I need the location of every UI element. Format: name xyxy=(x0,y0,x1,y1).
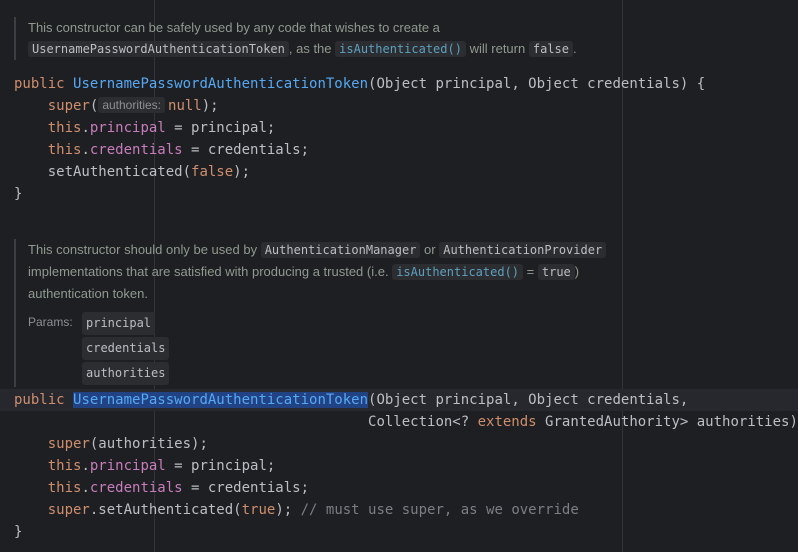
code-line[interactable]: super(authorities); xyxy=(14,433,208,455)
code-line[interactable]: } xyxy=(14,183,22,205)
keyword: this xyxy=(47,480,82,496)
code-line[interactable]: setAuthenticated(false); xyxy=(14,161,250,183)
params-list: principal credentials authorities xyxy=(82,312,170,387)
code-line[interactable]: this.credentials = credentials; xyxy=(14,477,309,499)
code-text: Collection<? xyxy=(368,414,478,430)
param-credentials: credentials xyxy=(82,337,170,360)
params-section: Params: principal credentials authoritie… xyxy=(28,312,628,387)
code-text: = principal; xyxy=(165,120,276,136)
keyword: this xyxy=(47,120,82,136)
code-text: setAuthenticated( xyxy=(47,164,192,180)
method-link[interactable]: isAuthenticated() xyxy=(335,41,466,57)
param-principal: principal xyxy=(82,312,156,335)
code-text: = credentials; xyxy=(182,142,310,158)
class-reference[interactable]: UsernamePasswordAuthenticationToken xyxy=(28,41,289,57)
code-line[interactable]: Collection<? extends GrantedAuthority> a… xyxy=(14,411,798,433)
keyword: extends xyxy=(477,414,537,430)
code-text: } xyxy=(14,186,23,202)
code-line[interactable]: this.principal = principal; xyxy=(14,455,276,477)
doc-text: implementations that are satisfied with … xyxy=(28,264,389,279)
doc-text: This constructor can be safely used by a… xyxy=(28,20,440,35)
keyword: public xyxy=(14,76,65,92)
code-text: (Object principal, Object credentials) { xyxy=(368,76,706,92)
doc-text: or xyxy=(424,242,436,257)
javadoc-block-2: This constructor should only be used by … xyxy=(14,239,628,387)
code-text: GrantedAuthority> authorities) { xyxy=(536,414,798,430)
class-reference[interactable]: AuthenticationManager xyxy=(260,242,421,258)
param-authorities: authorities xyxy=(82,362,170,385)
code-line[interactable]: this.principal = principal; xyxy=(14,117,276,139)
code-line-current[interactable]: public UsernamePasswordAuthenticationTok… xyxy=(0,389,798,411)
code-literal: true xyxy=(537,264,575,280)
keyword: super xyxy=(47,98,90,114)
code-text: ); xyxy=(275,502,301,518)
doc-text: will return xyxy=(469,41,526,56)
keyword: null xyxy=(168,98,202,114)
constructor-name-selected[interactable]: UsernamePasswordAuthenticationToken xyxy=(73,392,369,408)
doc-text: This constructor should only be used by xyxy=(28,242,258,257)
code-text: ); xyxy=(201,98,219,114)
field-name: credentials xyxy=(89,142,183,158)
code-text: = principal; xyxy=(165,458,276,474)
field-name: principal xyxy=(89,458,166,474)
code-text: (Object principal, Object credentials, xyxy=(368,392,689,408)
params-label: Params: xyxy=(28,315,73,329)
doc-text: ) xyxy=(574,264,580,279)
class-reference[interactable]: AuthenticationProvider xyxy=(439,242,607,258)
keyword: super xyxy=(47,502,90,518)
code-line[interactable]: super(authorities: null); xyxy=(14,95,219,117)
keyword: public xyxy=(14,392,65,408)
code-text: ( xyxy=(89,98,99,114)
field-name: credentials xyxy=(89,480,183,496)
doc-text: , as the xyxy=(288,41,332,56)
constructor-name[interactable]: UsernamePasswordAuthenticationToken xyxy=(73,76,368,92)
code-line[interactable]: public UsernamePasswordAuthenticationTok… xyxy=(14,73,705,95)
comment: // must use super, as we override xyxy=(300,502,579,518)
keyword: true xyxy=(241,502,276,518)
field-name: principal xyxy=(89,120,166,136)
parameter-hint: authorities: xyxy=(98,97,166,113)
code-text: ); xyxy=(233,164,251,180)
code-line[interactable]: this.credentials = credentials; xyxy=(14,139,309,161)
doc-text: = xyxy=(526,264,535,279)
doc-text: authentication token. xyxy=(28,286,148,301)
keyword: super xyxy=(47,436,90,452)
code-text: = credentials; xyxy=(182,480,310,496)
code-line[interactable]: } xyxy=(14,521,22,543)
code-text: (authorities); xyxy=(89,436,208,452)
doc-text: . xyxy=(572,41,577,56)
method-link[interactable]: isAuthenticated() xyxy=(392,264,524,280)
code-text: } xyxy=(14,524,23,540)
keyword: this xyxy=(47,142,82,158)
keyword: this xyxy=(47,458,82,474)
keyword: false xyxy=(191,164,234,180)
code-literal: false xyxy=(528,41,573,57)
code-line[interactable]: super.setAuthenticated(true); // must us… xyxy=(14,499,579,521)
code-text: .setAuthenticated( xyxy=(89,502,242,518)
javadoc-block-1: This constructor can be safely used by a… xyxy=(14,17,628,60)
